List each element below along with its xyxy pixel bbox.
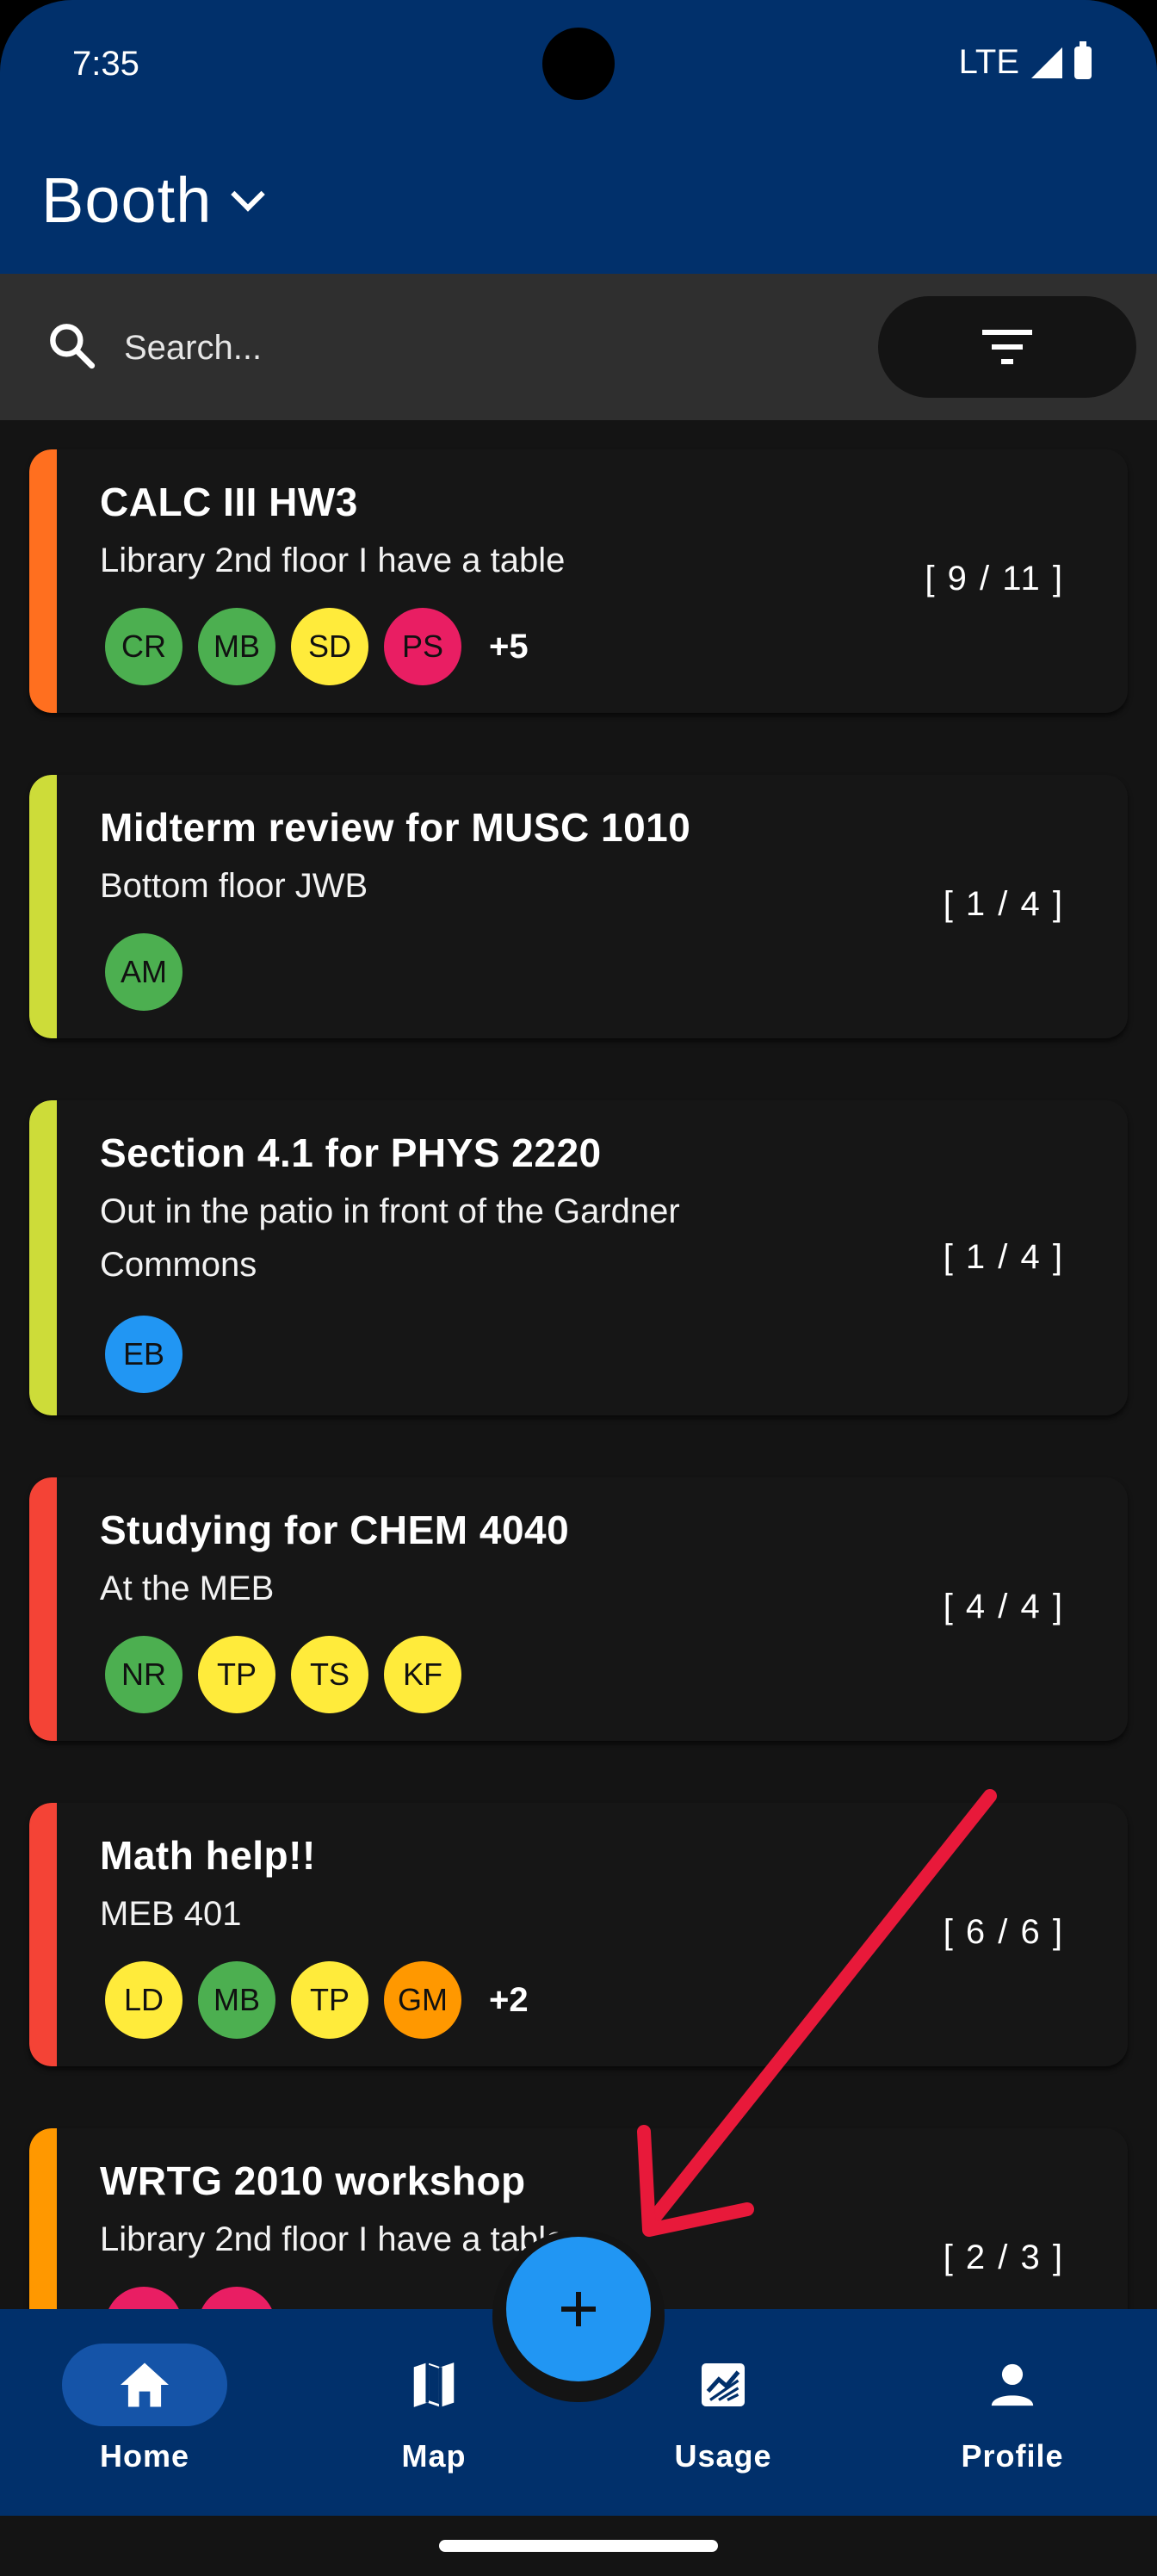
avatar: SD: [291, 608, 368, 685]
avatar: PS: [384, 608, 461, 685]
signal-icon: [1031, 46, 1062, 78]
avatar: CR: [105, 608, 183, 685]
avatar: MB: [198, 1961, 275, 2039]
avatar: [198, 2287, 275, 2309]
home-indicator: [439, 2540, 718, 2552]
map-icon: [413, 2362, 455, 2407]
member-avatars: CR MB SD PS +5: [105, 608, 529, 685]
session-title: Section 4.1 for PHYS 2220: [100, 1130, 602, 1175]
network-label: LTE: [958, 43, 1019, 81]
chart-icon: [702, 2363, 745, 2406]
nav-usage-label: Usage: [674, 2438, 772, 2474]
session-title: Midterm review for MUSC 1010: [100, 805, 691, 850]
avatar: TS: [291, 1636, 368, 1713]
app-header: 7:35 LTE Booth: [0, 0, 1157, 274]
status-time: 7:35: [72, 45, 139, 83]
chevron-down-icon: [231, 176, 266, 212]
session-card[interactable]: Midterm review for MUSC 1010 Bottom floor…: [29, 775, 1128, 1038]
session-color-bar: [29, 2128, 57, 2309]
session-card[interactable]: Studying for CHEM 4040 At the MEB [ 4 / 4 …: [29, 1477, 1128, 1741]
session-color-bar: [29, 775, 57, 1038]
search-input[interactable]: [122, 317, 857, 379]
session-location: Bottom floor JWB: [100, 867, 368, 905]
member-avatars: AM: [105, 933, 183, 1011]
app-screen: 7:35 LTE Booth CALC III HW3 Library 2nd f…: [0, 0, 1157, 2576]
search-bar: [0, 274, 1157, 420]
avatar: GM: [384, 1961, 461, 2039]
member-avatars: [105, 2287, 275, 2309]
nav-usage[interactable]: Usage: [628, 2344, 818, 2474]
nav-map[interactable]: Map: [339, 2344, 529, 2474]
add-session-button[interactable]: [506, 2237, 651, 2381]
session-title: Math help!!: [100, 1833, 316, 1878]
nav-home-label: Home: [99, 2438, 190, 2474]
session-list: CALC III HW3 Library 2nd floor I have a t…: [0, 420, 1157, 2309]
session-title: Studying for CHEM 4040: [100, 1508, 570, 1552]
nav-map-label: Map: [401, 2438, 467, 2474]
session-color-bar: [29, 1477, 57, 1741]
session-count: [ 2 / 3 ]: [943, 2239, 1064, 2276]
camera-cutout: [542, 28, 615, 100]
battery-icon: [1074, 40, 1092, 79]
member-avatars: EB: [105, 1316, 183, 1393]
filter-button[interactable]: [878, 296, 1136, 398]
avatar: TP: [198, 1636, 275, 1713]
search-icon: [50, 324, 96, 369]
avatar: AM: [105, 933, 183, 1011]
member-avatars: LD MB TP GM +2: [105, 1961, 529, 2039]
group-selector[interactable]: Booth: [41, 164, 266, 237]
home-icon: [121, 2362, 169, 2407]
session-count: [ 4 / 4 ]: [943, 1588, 1064, 1625]
session-location: Library 2nd floor I have a table: [100, 2220, 566, 2258]
session-location: Library 2nd floor I have a table: [100, 542, 566, 579]
session-color-bar: [29, 1803, 57, 2066]
session-color-bar: [29, 1100, 57, 1415]
avatar: TP: [291, 1961, 368, 2039]
session-location: At the MEB: [100, 1570, 275, 1607]
more-members-count: +2: [489, 1980, 529, 2019]
session-color-bar: [29, 449, 57, 713]
session-card[interactable]: Section 4.1 for PHYS 2220 Out in the pati…: [29, 1100, 1128, 1415]
filter-icon: [982, 330, 1032, 364]
session-location: MEB 401: [100, 1895, 242, 1933]
status-icons: LTE: [958, 40, 1092, 82]
nav-profile-label: Profile: [961, 2438, 1064, 2474]
avatar: [105, 2287, 183, 2309]
add-icon: [561, 2292, 596, 2326]
session-title: WRTG 2010 workshop: [100, 2158, 526, 2203]
session-location: Out in the patio in front of the Gardner…: [100, 1192, 680, 1284]
member-avatars: NR TP TS KF: [105, 1636, 461, 1713]
avatar: MB: [198, 608, 275, 685]
session-count: [ 6 / 6 ]: [943, 1913, 1064, 1951]
avatar: EB: [105, 1316, 183, 1393]
session-count: [ 9 / 11 ]: [925, 560, 1064, 598]
session-count: [ 1 / 4 ]: [943, 885, 1064, 923]
session-card[interactable]: CALC III HW3 Library 2nd floor I have a t…: [29, 449, 1128, 713]
avatar: LD: [105, 1961, 183, 2039]
avatar: NR: [105, 1636, 183, 1713]
session-count: [ 1 / 4 ]: [943, 1238, 1064, 1276]
more-members-count: +5: [489, 627, 529, 666]
person-icon: [991, 2363, 1034, 2406]
nav-profile[interactable]: Profile: [918, 2344, 1107, 2474]
session-card[interactable]: Math help!! MEB 401 [ 6 / 6 ] LD MB TP GM +2: [29, 1803, 1128, 2066]
avatar: KF: [384, 1636, 461, 1713]
page-title: Booth: [41, 164, 213, 236]
nav-home[interactable]: Home: [50, 2344, 239, 2474]
session-title: CALC III HW3: [100, 480, 358, 524]
